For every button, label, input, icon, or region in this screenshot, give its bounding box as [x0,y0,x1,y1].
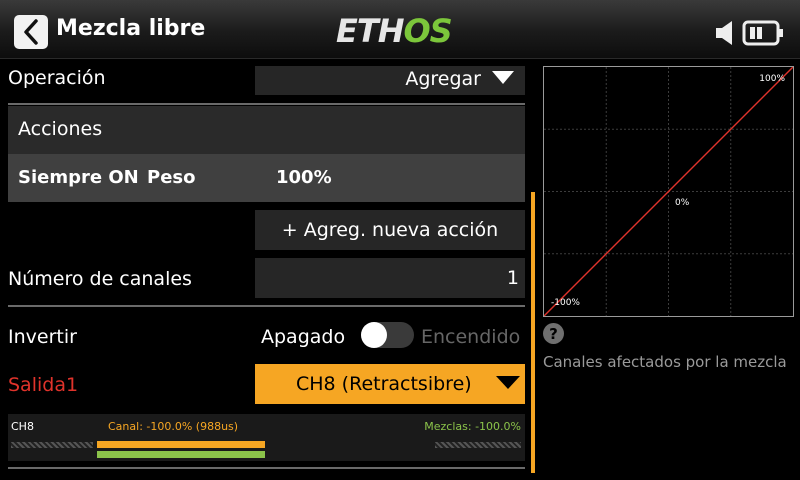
action-param-label: Peso [147,167,196,188]
divider [8,467,525,469]
toggle-knob [361,322,387,348]
monitor-canal-text: Canal: -100.0% (988us) [108,420,239,433]
speaker-icon[interactable] [714,20,738,50]
invert-toggle[interactable] [361,322,414,348]
scrollbar[interactable] [531,192,535,473]
curve-svg [543,66,794,317]
monitor-mezclas-text: Mezclas: -100.0% [424,420,521,433]
curve-top-label: 100% [759,74,785,84]
help-text: Canales afectados por la mezcla [543,353,787,371]
operation-dropdown[interactable]: Agregar [255,66,525,95]
output-label: Salida1 [8,374,79,396]
ethos-logo: ETHOS [336,12,453,50]
dropdown-arrow-icon [492,71,514,84]
battery-icon [742,20,786,50]
action-row-always-on[interactable]: Siempre ON Peso 100% [8,154,525,202]
add-action-button[interactable]: + Agreg. nueva acción [255,210,525,250]
monitor-channel: CH8 [11,420,34,433]
invert-off-label: Apagado [261,326,346,348]
page-title: Mezcla libre [56,16,206,41]
dropdown-arrow-icon [496,376,520,389]
actions-section-label: Acciones [18,118,103,140]
back-button[interactable] [14,15,48,49]
operation-label: Operación [8,67,106,89]
operation-value: Agregar [405,68,481,90]
monitor-mezclas-bar [97,451,265,458]
logo-part-1: ETH [336,12,404,50]
actions-section-header: Acciones [8,106,525,154]
logo-part-2: OS [403,12,452,50]
add-action-label: + Agreg. nueva acción [281,219,499,241]
invert-label: Invertir [8,326,77,348]
mix-curve-graph: 100% 0% -100% [543,66,794,317]
channels-value: 1 [506,267,519,289]
output-dropdown[interactable]: CH8 (Retractsibre) [255,364,525,404]
chevron-left-icon [24,19,38,45]
action-param-value: 100% [276,167,332,188]
question-icon[interactable]: ? [543,323,564,344]
monitor-canal-bar [97,441,265,448]
action-name: Siempre ON [18,167,139,188]
curve-center-label: 0% [675,198,690,208]
monitor-limit-hatch-right [435,442,521,448]
divider [8,305,525,307]
channels-label: Número de canales [8,268,192,290]
divider [8,103,525,105]
channels-input[interactable]: 1 [255,258,525,298]
channel-monitor: CH8 Canal: -100.0% (988us) Mezclas: -100… [8,414,525,461]
monitor-limit-hatch-left [11,442,93,448]
curve-bottom-label: -100% [551,298,580,308]
invert-on-label: Encendido [421,326,521,348]
output-value: CH8 (Retractsibre) [296,373,472,395]
